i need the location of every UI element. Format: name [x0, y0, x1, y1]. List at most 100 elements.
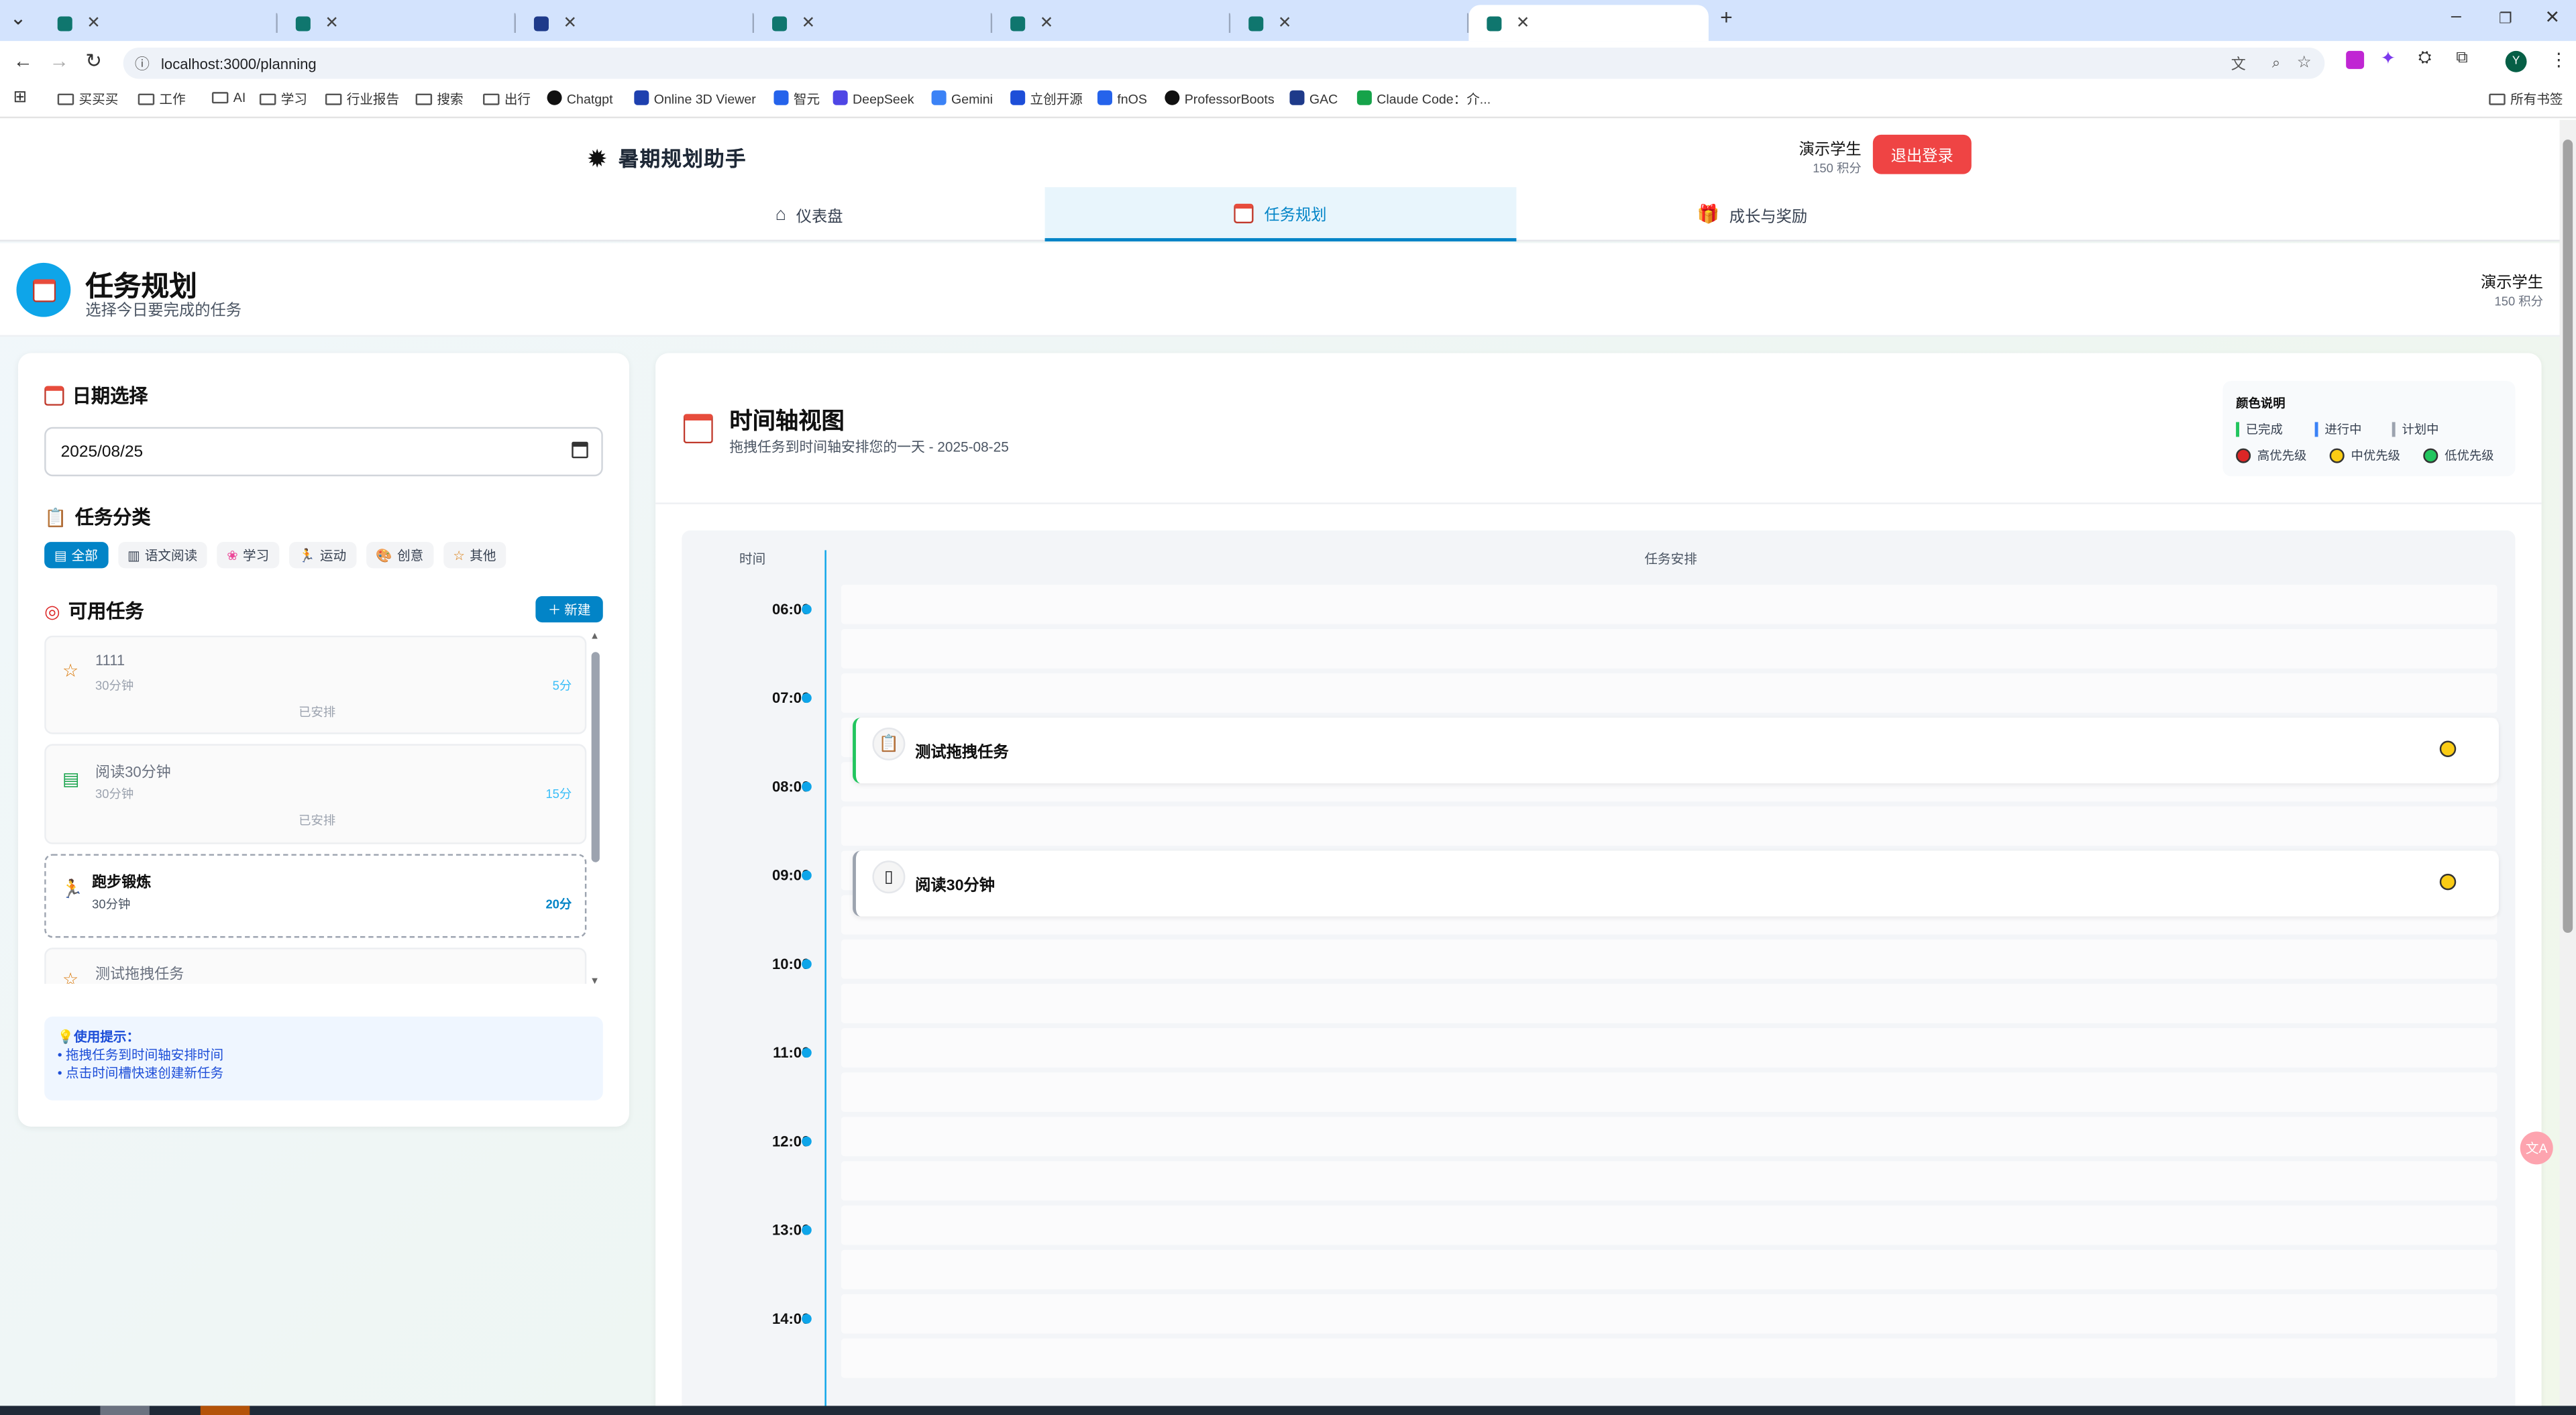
browser-tab[interactable]: 暑假计划助手 - 智能时间轴版✕ [992, 5, 1231, 41]
close-window-icon[interactable]: ✕ [2545, 7, 2561, 27]
bookmark-item[interactable]: AI [211, 91, 246, 105]
browser-tab[interactable]: 暑假计划助手 - 智能时间轴版✕ [1468, 5, 1709, 42]
bookmark-item[interactable]: 买买买 [57, 91, 118, 109]
nav-rewards-label: 成长与奖励 [1729, 207, 1808, 226]
nav-rewards[interactable]: 🎁 成长与奖励 [1516, 187, 1988, 241]
chip-reading-label: 语文阅读 [144, 547, 198, 563]
task-item[interactable]: 🏃 跑步锻炼 30分钟 20分 [44, 854, 587, 938]
logout-button[interactable]: 退出登录 [1872, 134, 1972, 174]
browser-tab[interactable]: 改性塑料 - 注塑件在人形机器人✕ [40, 5, 278, 41]
new-task-button[interactable]: ＋新建 [535, 596, 603, 623]
forward-icon[interactable]: → [49, 49, 68, 72]
task-item[interactable]: ☆ 1111 30分钟 5分 已安排 [44, 635, 587, 734]
chip-study[interactable]: ❀ 学习 [217, 542, 279, 569]
extensions-puzzle-icon[interactable]: ⧉ [2456, 49, 2467, 67]
nav-planning[interactable]: 任务规划 [1044, 187, 1517, 242]
bookmark-item[interactable]: 工作 [138, 91, 186, 109]
browser-tab[interactable]: 暑假计划助手 - 智能时间轴版✕ [754, 5, 993, 41]
chip-creative[interactable]: 🎨 创意 [366, 542, 433, 569]
tab-close-icon[interactable]: ✕ [321, 14, 343, 32]
time-slot[interactable] [841, 1249, 2498, 1290]
chip-reading[interactable]: ▥ 语文阅读 [117, 542, 207, 569]
bookmark-item[interactable]: ProfessorBoots [1165, 90, 1275, 107]
timeline-event[interactable]: ▯ 阅读30分钟 [853, 850, 2499, 917]
chip-sport[interactable]: 🏃 运动 [288, 542, 356, 569]
bookmark-item[interactable]: 搜索 [415, 91, 464, 109]
tab-close-icon[interactable]: ✕ [559, 14, 582, 32]
task-item[interactable]: ☆ 测试拖拽任务 [44, 948, 587, 984]
hour-dot [802, 1314, 812, 1324]
browser-tab[interactable]: TaskKill 命令格式错误✕ [278, 5, 516, 41]
profile-avatar[interactable]: Y [2505, 50, 2527, 72]
bookmark-item[interactable]: GAC [1289, 90, 1338, 107]
task-list-scrollbar[interactable]: ▲ ▼ [590, 632, 603, 987]
time-slot[interactable] [841, 1072, 2498, 1112]
brand[interactable]: ✹ 暑期规划助手 [588, 142, 747, 172]
timeline-event[interactable]: 📋 测试拖拽任务 [853, 718, 2499, 784]
time-slot[interactable] [841, 1205, 2498, 1245]
task-name: 阅读30分钟 [95, 763, 171, 781]
bookmark-item[interactable]: 出行 [483, 91, 531, 109]
minimize-icon[interactable]: – [2451, 7, 2461, 26]
browser-tab[interactable]: Credits - Claude Code✕ [516, 5, 755, 41]
scroll-down-icon[interactable]: ▼ [590, 977, 600, 987]
tab-close-icon[interactable]: ✕ [797, 14, 820, 32]
time-slot[interactable] [841, 983, 2498, 1023]
tab-close-icon[interactable]: ✕ [1035, 14, 1058, 32]
browser-tab[interactable]: 暑假计划助手 - 智能时间轴版✕ [1230, 5, 1469, 41]
bookmark-item[interactable]: 行业报告 [325, 91, 399, 109]
extension-icon[interactable] [2346, 50, 2365, 69]
scroll-up-icon[interactable]: ▲ [590, 632, 600, 642]
page-scrollbar[interactable] [2559, 119, 2576, 1415]
site-info-icon[interactable]: ⓘ [135, 52, 150, 74]
extension-2-icon[interactable]: ✦ [2381, 48, 2396, 68]
bookmark-item[interactable]: 所有书签 [2489, 91, 2563, 109]
category-title-text: 任务分类 [74, 509, 151, 529]
zoom-icon[interactable]: ⌕ [2272, 54, 2280, 72]
task-item[interactable]: ▤ 阅读30分钟 30分钟 15分 已安排 [44, 744, 587, 844]
time-slot[interactable] [841, 1338, 2498, 1378]
folder-icon [415, 93, 433, 105]
time-slot[interactable] [841, 939, 2498, 979]
page-scroll-thumb[interactable] [2563, 139, 2573, 933]
bookmark-item[interactable]: 立创开源 [1010, 90, 1083, 109]
tab-close-icon[interactable]: ✕ [1511, 14, 1534, 32]
restore-icon[interactable]: ❐ [2499, 10, 2512, 28]
chip-all[interactable]: ▤ 全部 [44, 542, 108, 569]
bookmark-star-icon[interactable]: ☆ [2297, 54, 2312, 72]
bookmark-item[interactable]: DeepSeek [833, 90, 914, 107]
menu-kebab-icon[interactable]: ⋮ [2550, 49, 2568, 70]
date-input[interactable]: 2025/08/25 [44, 427, 603, 477]
bookmark-item[interactable]: Chatgpt [547, 90, 613, 107]
usage-tip: 💡使用提示： • 拖拽任务到时间轴安排时间 • 点击时间槽快速创建新任务 [44, 1016, 603, 1100]
time-slot[interactable] [841, 628, 2498, 669]
bookmark-item[interactable]: 智元 [773, 90, 820, 109]
reload-icon[interactable]: ↻ [85, 49, 102, 72]
time-slot[interactable] [841, 1161, 2498, 1201]
time-slot[interactable] [841, 1294, 2498, 1334]
time-slot[interactable] [841, 1028, 2498, 1068]
back-icon[interactable]: ← [13, 49, 33, 72]
nav-dashboard[interactable]: ⌂ 仪表盘 [574, 187, 1045, 241]
date-picker-icon[interactable] [572, 441, 588, 459]
extension-3-icon[interactable]: ⛭ [2418, 49, 2432, 67]
time-slot[interactable] [841, 806, 2498, 846]
time-slot[interactable] [841, 584, 2498, 624]
tab-close-icon[interactable]: ✕ [1273, 14, 1296, 32]
bookmark-item[interactable]: Gemini [931, 90, 993, 107]
tab-close-icon[interactable]: ✕ [82, 14, 105, 32]
scroll-thumb[interactable] [591, 652, 600, 862]
chip-other[interactable]: ☆ 其他 [443, 542, 506, 569]
bookmark-item[interactable]: fnOS [1097, 90, 1147, 107]
translate-float-icon[interactable]: 文A [2520, 1131, 2553, 1165]
apps-grid-icon[interactable]: ⊞ [13, 89, 28, 107]
tab-search-icon[interactable]: ⌄ [10, 7, 27, 30]
bookmark-item[interactable]: 学习 [259, 91, 307, 109]
bookmark-item[interactable]: Claude Code：介... [1356, 90, 1491, 109]
bookmark-item[interactable]: Online 3D Viewer [634, 90, 756, 107]
translate-icon[interactable]: 文 [2231, 52, 2246, 74]
address-bar[interactable]: ⓘ localhost:3000/planning 文 ⌕ ☆ [123, 48, 2325, 79]
new-tab-button[interactable]: + [1720, 5, 1733, 30]
time-slot[interactable] [841, 673, 2498, 713]
time-slot[interactable] [841, 1117, 2498, 1157]
